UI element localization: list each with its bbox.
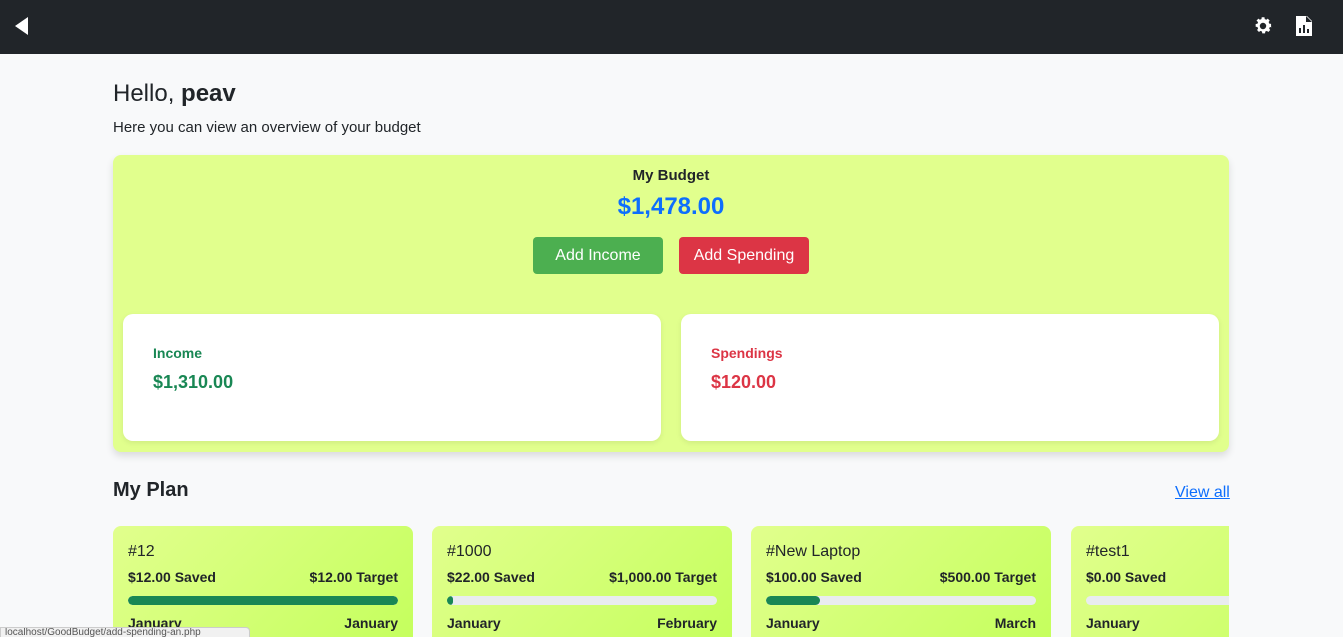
plan-carousel[interactable]: #12 $12.00 Saved $12.00 Target January J… <box>113 526 1229 637</box>
plan-progress-bar <box>1086 596 1229 605</box>
plan-card[interactable]: #New Laptop $100.00 Saved $500.00 Target… <box>751 526 1051 637</box>
view-all-link[interactable]: View all <box>1175 484 1230 502</box>
plan-progress-bar <box>766 596 1036 605</box>
plan-saved: $12.00 Saved <box>128 569 216 585</box>
spending-label: Spendings <box>711 345 783 361</box>
budget-title: My Budget <box>632 167 710 184</box>
greeting-heading: Hello, peav <box>113 80 236 108</box>
spending-value: $120.00 <box>711 372 777 392</box>
plan-progress-fill <box>766 596 820 605</box>
back-arrow-icon[interactable] <box>12 15 30 37</box>
plan-start-month: January <box>447 615 501 631</box>
add-spending-button[interactable]: Add Spending <box>679 237 809 274</box>
report-icon[interactable] <box>1294 15 1314 37</box>
plan-progress-bar <box>447 596 717 605</box>
plan-progress-bar <box>128 596 398 605</box>
greeting-prefix: Hello, <box>113 80 182 107</box>
spending-card: Spendings $120.00 <box>681 314 1219 441</box>
plan-target: $1,000.00 Target <box>609 569 717 585</box>
plan-end-month: January <box>344 615 398 631</box>
plan-section-title: My Plan <box>113 479 189 501</box>
plan-card[interactable]: #1000 $22.00 Saved $1,000.00 Target Janu… <box>432 526 732 637</box>
add-income-button[interactable]: Add Income <box>533 237 663 274</box>
budget-amount: $1,478.00 <box>617 193 725 220</box>
income-value: $1,310.00 <box>153 372 234 392</box>
plan-progress-fill <box>128 596 398 605</box>
plan-start-month: January <box>766 615 820 631</box>
plan-name: #12 <box>128 543 155 560</box>
top-navbar <box>0 0 1343 54</box>
plan-saved: $0.00 Saved <box>1086 569 1167 585</box>
plan-target: $12.00 Target <box>309 569 398 585</box>
plan-end-month: March <box>994 615 1036 631</box>
plan-card[interactable]: #12 $12.00 Saved $12.00 Target January J… <box>113 526 413 637</box>
plan-saved: $100.00 Saved <box>766 569 862 585</box>
plan-saved: $22.00 Saved <box>447 569 535 585</box>
plan-target: $500.00 Target <box>939 569 1036 585</box>
plan-name: #New Laptop <box>766 543 861 560</box>
plan-progress-fill <box>447 596 453 605</box>
plan-name: #1000 <box>447 543 492 560</box>
gear-icon[interactable] <box>1252 15 1274 37</box>
budget-card: My Budget $1,478.00 Add Income Add Spend… <box>113 155 1229 452</box>
status-bar-url: localhost/GoodBudget/add-spending-an.php <box>0 627 250 637</box>
plan-card[interactable]: #test1 $0.00 Saved January <box>1071 526 1229 637</box>
income-card: Income $1,310.00 <box>123 314 661 441</box>
greeting-subtitle: Here you can view an overview of your bu… <box>113 119 421 136</box>
income-label: Income <box>153 345 203 361</box>
plan-start-month: January <box>1086 615 1140 631</box>
plan-end-month: February <box>657 615 717 631</box>
plan-name: #test1 <box>1086 543 1130 560</box>
username: peav <box>181 80 236 107</box>
